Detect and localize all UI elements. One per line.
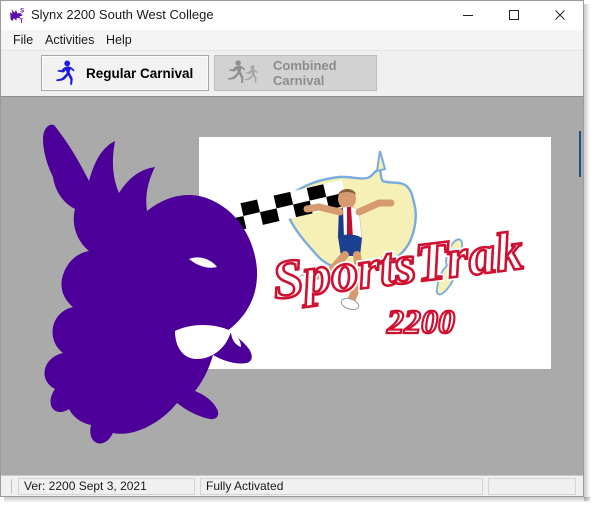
status-spare-panel xyxy=(488,478,576,495)
menu-item-file[interactable]: File xyxy=(7,32,39,49)
regular-carnival-label: Regular Carnival xyxy=(86,65,194,81)
close-icon xyxy=(555,10,565,20)
status-activation-panel: Fully Activated xyxy=(200,478,483,495)
menu-item-help[interactable]: Help xyxy=(100,32,138,49)
status-version-panel: Ver: 2200 Sept 3, 2021 xyxy=(18,478,195,495)
minimize-button[interactable] xyxy=(445,1,491,29)
scroll-edge-marker xyxy=(579,131,581,177)
window-shadow-bottom xyxy=(4,497,590,503)
window-shadow-right xyxy=(584,4,590,501)
toolbar: Regular Carnival Combined Carnival xyxy=(1,51,583,139)
minimize-icon xyxy=(463,15,473,16)
title-bar[interactable]: S T Slynx 2200 South West College xyxy=(1,1,583,31)
window-frame: S T Slynx 2200 South West College File A… xyxy=(0,0,584,497)
double-runner-icon xyxy=(223,57,267,89)
close-button[interactable] xyxy=(537,1,583,29)
client-area: SportsTrak SportsTrak 2200 2200 xyxy=(1,97,583,475)
svg-text:S: S xyxy=(20,8,24,14)
slynx-lynx-icon: S T xyxy=(8,6,27,25)
maximize-button[interactable] xyxy=(491,1,537,29)
maximize-icon xyxy=(509,10,519,20)
svg-text:T: T xyxy=(20,19,24,25)
menu-bar: File Activities Help xyxy=(1,30,583,51)
menu-item-activities[interactable]: Activities xyxy=(39,32,100,49)
status-bar-divider xyxy=(11,479,12,494)
status-bar: Ver: 2200 Sept 3, 2021 Fully Activated xyxy=(1,475,583,496)
application-window: S T Slynx 2200 South West College File A… xyxy=(0,0,595,510)
sportstrak-version: 2200 xyxy=(386,304,455,341)
window-title: Slynx 2200 South West College xyxy=(31,7,214,22)
window-controls xyxy=(445,1,583,29)
lynx-head-mascot xyxy=(23,107,283,447)
single-runner-icon xyxy=(50,57,80,89)
combined-carnival-label: Combined Carnival xyxy=(273,58,337,88)
regular-carnival-button[interactable]: Regular Carnival xyxy=(41,55,209,91)
combined-carnival-button[interactable]: Combined Carnival xyxy=(214,55,377,91)
